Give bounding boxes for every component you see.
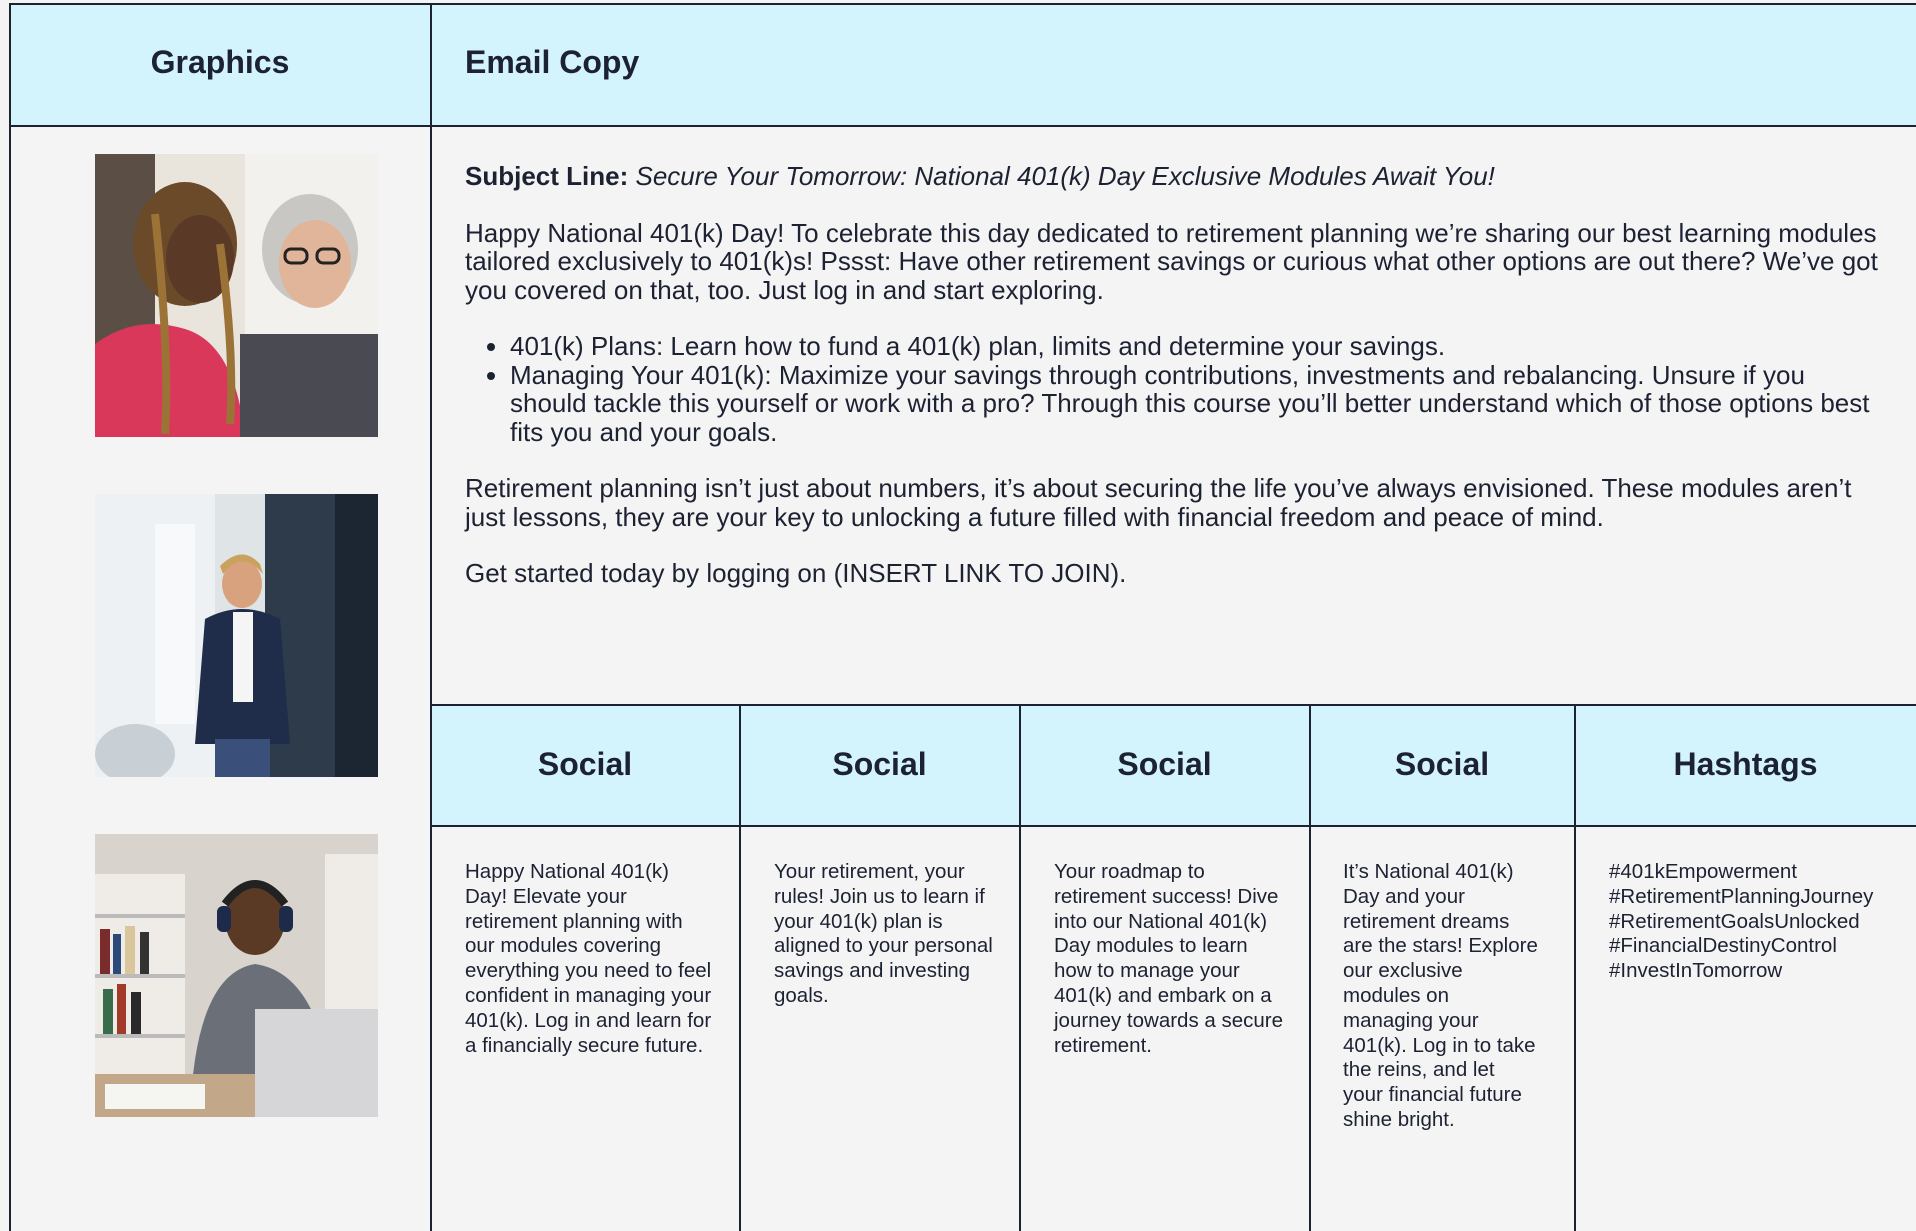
social-header-4: Social — [1394, 746, 1490, 782]
hashtag: #InvestInTomorrow — [1609, 959, 1783, 983]
social-header-3: Social — [1117, 746, 1212, 782]
hashtags-header: Hashtags — [1673, 746, 1818, 782]
email-copy-header: Email Copy — [465, 44, 640, 80]
email-bullet-list: 401(k) Plans: Learn how to fund a 401(k)… — [465, 332, 1885, 446]
social-header-1: Social — [537, 746, 633, 782]
subject-line: Subject Line: Secure Your Tomorrow: Nati… — [465, 162, 1885, 191]
subject-label: Subject Line: — [465, 161, 629, 191]
social-top-border — [430, 704, 1916, 706]
subject-text: Secure Your Tomorrow: National 401(k) Da… — [635, 161, 1495, 191]
photo-woman-presenting — [95, 494, 378, 777]
hashtag: #RetirementGoalsUnlocked — [1609, 909, 1860, 933]
hashtags-list: #401kEmpowerment #RetirementPlanningJour… — [1609, 860, 1914, 984]
social-header-2: Social — [832, 746, 927, 782]
email-intro: Happy National 401(k) Day! To celebrate … — [465, 217, 1878, 305]
social-post-2: Your retirement, your rules! Join us to … — [774, 860, 993, 1007]
hashtag: #FinancialDestinyControl — [1609, 934, 1837, 958]
email-copy-body: Subject Line: Secure Your Tomorrow: Nati… — [465, 162, 1885, 588]
email-cta: Get started today by logging on (INSERT … — [465, 558, 1127, 588]
photo-two-women-laptop — [95, 154, 378, 437]
social-post-4: It’s National 401(k) Day and your retire… — [1343, 860, 1538, 1131]
table-border-top — [9, 3, 1916, 5]
email-copy-header-cell — [431, 4, 1916, 126]
email-bullet: 401(k) Plans: Learn how to fund a 401(k)… — [510, 332, 1885, 361]
column-divider-social-2 — [1019, 704, 1021, 1231]
graphics-header: Graphics — [150, 44, 290, 80]
hashtag: #401kEmpowerment — [1609, 860, 1798, 883]
table-border-left — [9, 3, 11, 1231]
photo-man-headphones — [95, 834, 378, 1117]
email-bullet: Managing Your 401(k): Maximize your savi… — [510, 360, 1885, 447]
column-divider-social-3 — [1309, 704, 1311, 1231]
column-divider-graphics — [430, 3, 432, 1231]
header-bottom-border — [9, 125, 1916, 127]
column-divider-hashtags — [1574, 704, 1576, 1231]
hashtag: #RetirementPlanningJourney — [1609, 884, 1874, 908]
email-body-paragraph: Retirement planning isn’t just about num… — [465, 473, 1852, 532]
social-header-bottom-border — [430, 825, 1916, 827]
social-post-3: Your roadmap to retirement success! Dive… — [1054, 860, 1284, 1057]
column-divider-social-1 — [739, 704, 741, 1231]
social-post-1: Happy National 401(k) Day! Elevate your … — [465, 860, 712, 1057]
